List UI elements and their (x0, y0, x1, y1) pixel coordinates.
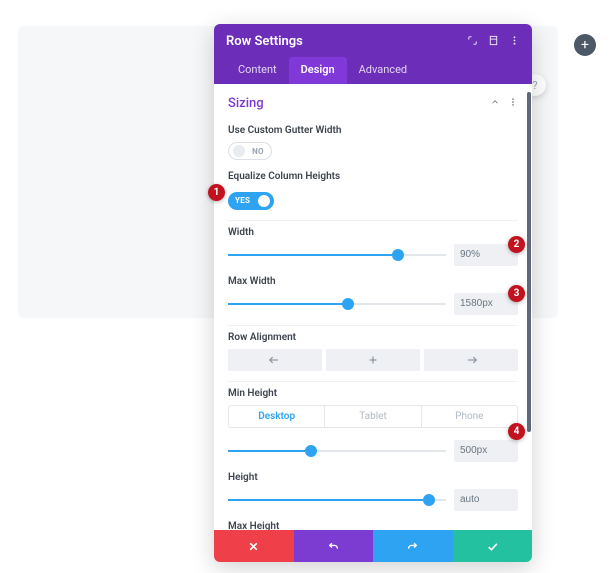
field-row-alignment: Row Alignment (228, 332, 518, 371)
height-input[interactable] (454, 489, 518, 511)
annotation-badge-4: 4 (508, 423, 525, 440)
equalize-label: Equalize Column Heights (228, 171, 518, 182)
field-equalize: Equalize Column Heights YES (228, 171, 518, 210)
tab-design[interactable]: Design (289, 57, 347, 84)
align-right-button[interactable] (424, 349, 518, 371)
redo-button[interactable] (373, 530, 453, 562)
section-kebab-icon[interactable] (508, 97, 518, 110)
undo-button[interactable] (294, 530, 374, 562)
annotation-badge-2: 2 (508, 236, 525, 253)
modal-footer (214, 530, 532, 562)
height-label: Height (228, 472, 518, 483)
row-settings-modal: Row Settings Content Design Advanced S (214, 24, 532, 562)
width-label: Width (228, 227, 518, 238)
width-slider[interactable] (228, 248, 446, 262)
max-width-slider[interactable] (228, 297, 446, 311)
tab-content[interactable]: Content (226, 57, 289, 84)
align-center-button[interactable] (326, 349, 420, 371)
section-sizing-header[interactable]: Sizing (228, 94, 518, 119)
device-tab-desktop[interactable]: Desktop (229, 406, 324, 427)
max-width-label: Max Width (228, 276, 518, 287)
height-slider[interactable] (228, 493, 446, 507)
device-tabs: Desktop Tablet Phone (228, 405, 518, 428)
max-height-label: Max Height (228, 521, 518, 531)
gutter-toggle[interactable]: NO (228, 142, 272, 160)
row-align-label: Row Alignment (228, 332, 518, 343)
modal-body: Sizing Use Custom Gutter Width NO (214, 84, 532, 530)
field-max-height: Max Height (228, 521, 518, 531)
device-tab-phone[interactable]: Phone (421, 406, 517, 427)
field-gutter-width: Use Custom Gutter Width NO (228, 125, 518, 161)
equalize-toggle[interactable]: YES (228, 192, 274, 210)
save-button[interactable] (453, 530, 533, 562)
add-section-button[interactable]: + (574, 34, 596, 56)
min-height-slider[interactable] (228, 444, 446, 458)
field-width: Width (228, 227, 518, 266)
gutter-label: Use Custom Gutter Width (228, 125, 518, 136)
settings-tabs: Content Design Advanced (226, 57, 520, 84)
field-height: Height (228, 472, 518, 511)
field-max-width: Max Width (228, 276, 518, 315)
section-title: Sizing (228, 96, 264, 111)
cancel-button[interactable] (214, 530, 294, 562)
min-height-label: Min Height (228, 388, 518, 399)
snap-icon[interactable] (488, 35, 499, 49)
kebab-icon[interactable] (509, 35, 520, 49)
device-tab-tablet[interactable]: Tablet (324, 406, 420, 427)
field-min-height: Min Height Desktop Tablet Phone (228, 388, 518, 462)
collapse-icon[interactable] (490, 97, 500, 110)
annotation-badge-3: 3 (508, 285, 525, 302)
min-height-input[interactable] (454, 440, 518, 462)
tab-advanced[interactable]: Advanced (347, 57, 419, 84)
modal-header: Row Settings Content Design Advanced (214, 24, 532, 84)
expand-icon[interactable] (467, 35, 478, 49)
annotation-badge-1: 1 (208, 184, 225, 201)
align-left-button[interactable] (228, 349, 322, 371)
scrollbar[interactable] (527, 92, 531, 432)
modal-title: Row Settings (226, 34, 303, 49)
